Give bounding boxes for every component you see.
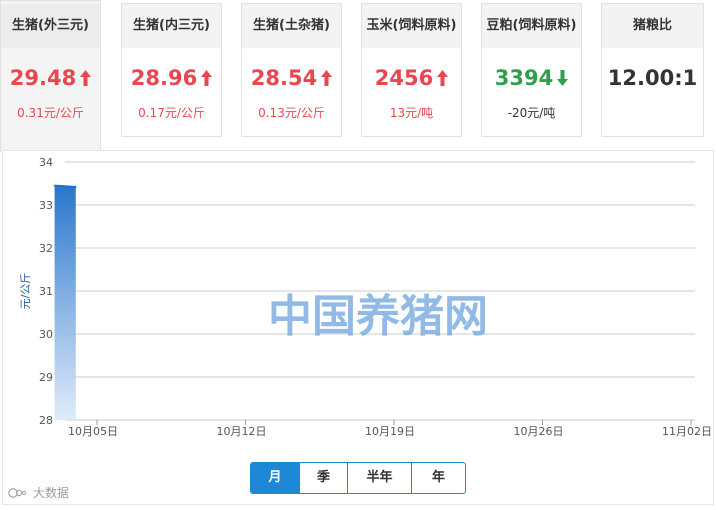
card-change: 0.13元/公斤 [258,106,325,120]
card-title: 豆粕(饲料原料) [482,4,581,48]
y-tick-label: 33 [39,199,53,212]
card-pig-grain-ratio[interactable]: 猪粮比 12.00:1 [601,3,704,137]
card-price: 28.96 [122,66,221,91]
data-point [53,184,56,187]
card-price-value: 2456 [374,66,434,90]
bigdata-logo-icon [8,486,30,500]
down-arrow-icon [557,67,569,91]
up-arrow-icon [80,67,92,91]
tab-half-year[interactable]: 半年 [347,463,411,493]
card-price-value: 28.96 [130,66,198,90]
brand-text: 大数据 [33,486,70,500]
y-tick-label: 28 [39,414,53,427]
period-tabs: 月 季 半年 年 [250,462,466,494]
card-change: -20元/吨 [507,106,556,120]
card-pig-mixed[interactable]: 生猪(土杂猪) 28.54 0.13元/公斤 [241,3,342,137]
x-tick-label: 10月26日 [514,425,564,438]
x-tick-label: 10月05日 [68,425,118,438]
card-change: 13元/吨 [389,106,434,120]
chart-panel: 28 29 30 31 32 33 34 10月05日 10月12日 10月19日 10月26日 11… [2,150,714,505]
tab-month[interactable]: 月 [251,463,299,493]
y-tick-label: 29 [39,371,53,384]
price-cards: 生猪(外三元) 29.48 0.31元/公斤 生猪(内三元) 28.96 0.1… [0,0,716,152]
data-point [74,186,77,188]
series-area [54,185,76,420]
card-title: 生猪(土杂猪) [242,4,341,48]
price-chart: 28 29 30 31 32 33 34 10月05日 10月12日 10月19日 10月26日 11… [19,156,712,438]
card-title: 生猪(内三元) [122,4,221,48]
card-price: 2456 [362,66,461,91]
card-change: 0.31元/公斤 [17,106,84,120]
card-title: 猪粮比 [602,4,703,48]
up-arrow-icon [321,67,333,91]
card-price: 28.54 [242,66,341,91]
tab-quarter[interactable]: 季 [299,463,347,493]
card-corn[interactable]: 玉米(饲料原料) 2456 13元/吨 [361,3,462,137]
y-tick-label: 32 [39,242,53,255]
x-tick-label: 11月02日 [662,425,712,438]
up-arrow-icon [201,67,213,91]
card-title: 玉米(饲料原料) [362,4,461,48]
card-title: 生猪(外三元) [1,4,100,48]
y-tick-label: 31 [39,285,53,298]
card-pig-inner[interactable]: 生猪(内三元) 28.96 0.17元/公斤 [121,3,222,137]
y-tick-label: 30 [39,328,53,341]
x-tick-label: 10月19日 [365,425,415,438]
up-arrow-icon [437,67,449,91]
card-soymeal[interactable]: 豆粕(饲料原料) 3394 -20元/吨 [481,3,582,137]
card-price-value: 28.54 [250,66,318,90]
watermark-text: 中国养猪网 [268,291,488,342]
card-price: 29.48 [1,66,100,91]
y-axis-label: 元/公斤 [19,273,32,310]
y-tick-label: 34 [39,156,53,169]
card-pig-outer[interactable]: 生猪(外三元) 29.48 0.31元/公斤 [0,0,101,152]
card-change: 0.17元/公斤 [138,106,205,120]
series-line [54,184,76,188]
card-price: 12.00:1 [607,66,698,90]
card-price-value: 3394 [494,66,554,90]
card-price: 3394 [482,66,581,91]
brand-logo: 大数据 [8,484,69,501]
card-price-value: 29.48 [9,66,77,90]
tab-year[interactable]: 年 [411,463,465,493]
x-tick-label: 10月12日 [217,425,267,438]
